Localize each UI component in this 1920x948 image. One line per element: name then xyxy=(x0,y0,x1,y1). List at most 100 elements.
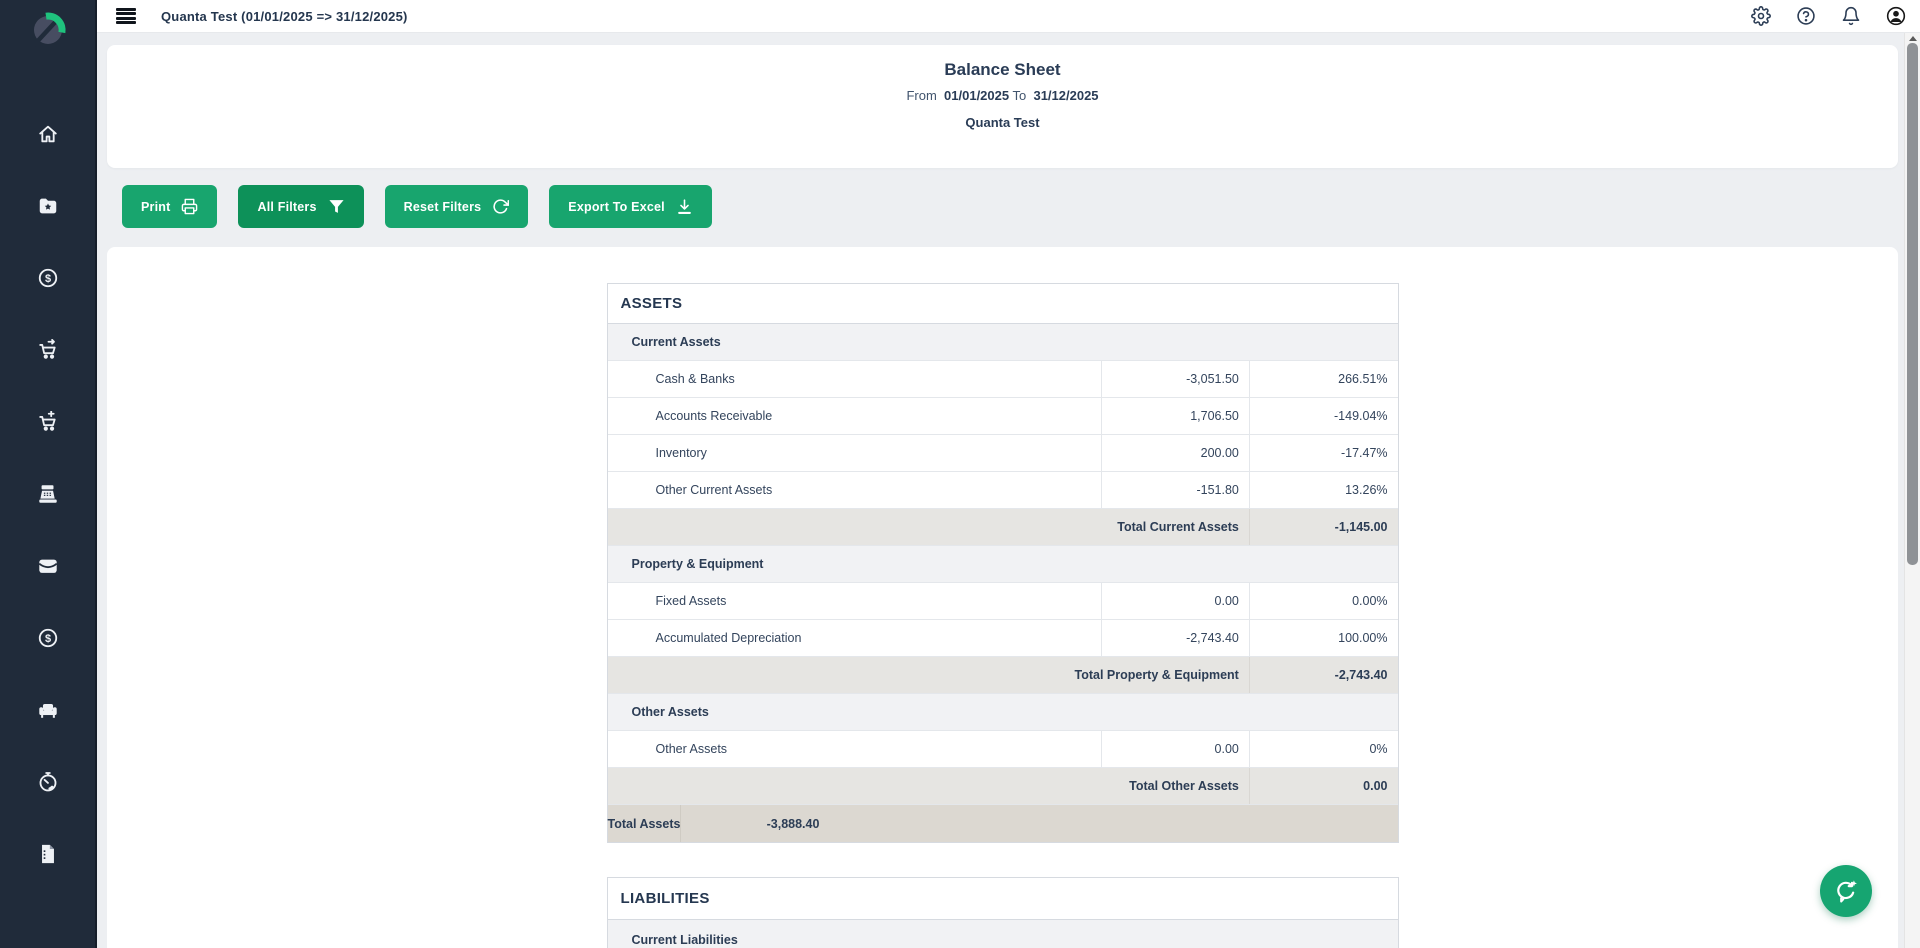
report-title: Balance Sheet xyxy=(107,60,1898,80)
table-row: Other Assets 0.00 0% xyxy=(608,731,1398,768)
account-icon[interactable] xyxy=(1886,6,1906,26)
row-label: Other Current Assets xyxy=(608,472,1103,508)
vertical-scrollbar[interactable] xyxy=(1904,33,1920,948)
content: Balance Sheet From 01/01/2025 To 31/12/2… xyxy=(97,33,1920,948)
main-area: Quanta Test (01/01/2025 => 31/12/2025) xyxy=(95,0,1920,948)
reset-filters-label: Reset Filters xyxy=(404,200,482,214)
section-total-row: Total Current Assets -1,145.00 xyxy=(608,509,1398,546)
row-percent: 13.26% xyxy=(1250,472,1398,508)
page-title: Quanta Test (01/01/2025 => 31/12/2025) xyxy=(161,9,408,24)
grand-total-row: Total Assets -3,888.40 xyxy=(608,805,1398,842)
total-label: Total Other Assets xyxy=(608,768,1250,804)
row-amount: 1,706.50 xyxy=(1102,398,1250,434)
section-header: Current Liabilities xyxy=(608,920,1398,948)
dollar-circle-icon[interactable]: $ xyxy=(37,267,59,289)
assistant-fab-button[interactable] xyxy=(1820,865,1872,917)
scroll-up-arrow-icon[interactable] xyxy=(1909,36,1917,41)
invoice-file-icon[interactable] xyxy=(37,843,59,865)
grand-total-value: -3,888.40 xyxy=(681,805,829,842)
topbar: Quanta Test (01/01/2025 => 31/12/2025) xyxy=(97,0,1920,33)
table-row: Accumulated Depreciation -2,743.40 100.0… xyxy=(608,620,1398,657)
timer-icon[interactable] xyxy=(37,771,59,793)
from-date: 01/01/2025 xyxy=(944,88,1009,103)
toolbar: Print All Filters Reset Filters Export T… xyxy=(122,185,1898,228)
cash-register-icon[interactable] xyxy=(37,483,59,505)
liabilities-table: LIABILITIES Current Liabilities xyxy=(607,877,1399,948)
all-filters-label: All Filters xyxy=(257,200,316,214)
download-icon xyxy=(676,198,693,215)
row-label: Inventory xyxy=(608,435,1103,471)
export-excel-label: Export To Excel xyxy=(568,200,665,214)
home-icon[interactable] xyxy=(37,123,59,145)
wallet-icon[interactable] xyxy=(37,555,59,577)
notifications-icon[interactable] xyxy=(1841,6,1861,26)
assets-header: ASSETS xyxy=(608,284,1398,324)
total-label: Total Current Assets xyxy=(608,509,1250,545)
table-row: Accounts Receivable 1,706.50 -149.04% xyxy=(608,398,1398,435)
filter-icon xyxy=(328,198,345,215)
section-header: Other Assets xyxy=(608,694,1398,731)
table-row: Other Current Assets -151.80 13.26% xyxy=(608,472,1398,509)
printer-icon xyxy=(181,198,198,215)
cart-out-icon[interactable] xyxy=(37,339,59,361)
row-label: Fixed Assets xyxy=(608,583,1103,619)
reset-filters-button[interactable]: Reset Filters xyxy=(385,185,529,228)
from-label: From xyxy=(906,88,936,103)
app-window: $ $ xyxy=(0,0,1920,948)
assets-table: ASSETS Current Assets Cash & Banks -3,05… xyxy=(607,283,1399,843)
row-label: Cash & Banks xyxy=(608,361,1103,397)
reset-icon xyxy=(492,198,509,215)
row-amount: 200.00 xyxy=(1102,435,1250,471)
row-amount: -151.80 xyxy=(1102,472,1250,508)
row-amount: 0.00 xyxy=(1102,731,1250,767)
liabilities-header: LIABILITIES xyxy=(608,878,1398,920)
report-company: Quanta Test xyxy=(107,115,1898,130)
settings-icon[interactable] xyxy=(1751,6,1771,26)
cart-add-icon[interactable] xyxy=(37,411,59,433)
sidebar-nav: $ $ xyxy=(37,123,59,865)
money-circle-icon[interactable]: $ xyxy=(37,627,59,649)
to-date: 31/12/2025 xyxy=(1033,88,1098,103)
quanta-logo-icon xyxy=(26,8,70,57)
folder-star-icon[interactable] xyxy=(37,195,59,217)
table-row: Inventory 200.00 -17.47% xyxy=(608,435,1398,472)
report-header-card: Balance Sheet From 01/01/2025 To 31/12/2… xyxy=(107,45,1898,168)
menu-icon[interactable] xyxy=(116,8,136,24)
row-label: Accounts Receivable xyxy=(608,398,1103,434)
row-percent: 266.51% xyxy=(1250,361,1398,397)
help-icon[interactable] xyxy=(1796,6,1816,26)
report-card: ASSETS Current Assets Cash & Banks -3,05… xyxy=(107,247,1898,948)
row-label: Accumulated Depreciation xyxy=(608,620,1103,656)
section-total-row: Total Other Assets 0.00 xyxy=(608,768,1398,805)
total-value: 0.00 xyxy=(1250,768,1398,804)
row-percent: -17.47% xyxy=(1250,435,1398,471)
row-label: Other Assets xyxy=(608,731,1103,767)
total-value: -2,743.40 xyxy=(1250,657,1398,693)
sidebar: $ $ xyxy=(0,0,95,948)
scrollbar-thumb[interactable] xyxy=(1907,43,1918,565)
report-date-range: From 01/01/2025 To 31/12/2025 xyxy=(107,88,1898,103)
svg-text:$: $ xyxy=(44,273,50,285)
print-label: Print xyxy=(141,200,170,214)
grand-total-label: Total Assets xyxy=(608,805,682,842)
table-row: Fixed Assets 0.00 0.00% xyxy=(608,583,1398,620)
row-amount: 0.00 xyxy=(1102,583,1250,619)
row-percent: 0% xyxy=(1250,731,1398,767)
to-label: To xyxy=(1013,88,1027,103)
section-header: Current Assets xyxy=(608,324,1398,361)
section-total-row: Total Property & Equipment -2,743.40 xyxy=(608,657,1398,694)
total-label: Total Property & Equipment xyxy=(608,657,1250,693)
print-button[interactable]: Print xyxy=(122,185,217,228)
row-percent: 100.00% xyxy=(1250,620,1398,656)
export-excel-button[interactable]: Export To Excel xyxy=(549,185,712,228)
all-filters-button[interactable]: All Filters xyxy=(238,185,363,228)
armchair-icon[interactable] xyxy=(37,699,59,721)
row-percent: 0.00% xyxy=(1250,583,1398,619)
section-header: Property & Equipment xyxy=(608,546,1398,583)
assistant-refresh-sparkle-icon xyxy=(1833,878,1859,904)
row-amount: -3,051.50 xyxy=(1102,361,1250,397)
row-amount: -2,743.40 xyxy=(1102,620,1250,656)
total-value: -1,145.00 xyxy=(1250,509,1398,545)
topbar-actions xyxy=(1751,6,1906,26)
svg-text:$: $ xyxy=(44,633,50,645)
